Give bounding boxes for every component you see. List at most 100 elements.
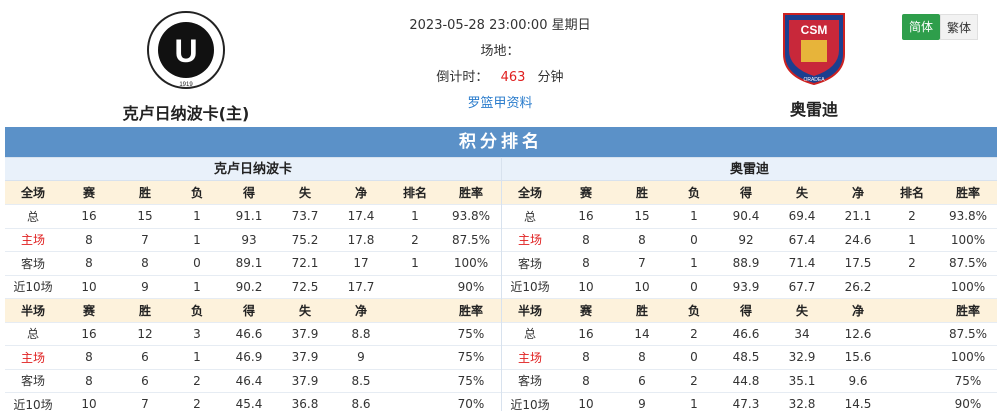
table-cell: 2 — [173, 392, 221, 411]
table-cell: 近10场 — [502, 392, 558, 411]
table-cell: 8 — [61, 251, 117, 276]
table-cell: 100% — [441, 251, 501, 276]
table-cell: 12.6 — [830, 322, 886, 346]
table-cell: 胜 — [614, 298, 670, 323]
table-cell: 75% — [441, 369, 501, 393]
table-cell — [886, 275, 938, 299]
table-cell: 得 — [718, 181, 774, 205]
table-cell: 46.9 — [221, 345, 277, 370]
table-row: 近10场 10 10 0 93.9 67.7 26.2 100% — [502, 275, 997, 299]
table-cell — [886, 298, 938, 323]
table-cell: 14 — [614, 322, 670, 346]
table-cell: 10 — [558, 275, 614, 299]
table-cell: 37.9 — [277, 369, 333, 393]
table-cell: 36.8 — [277, 392, 333, 411]
table-cell: 93.8% — [938, 204, 997, 229]
table-cell — [389, 298, 441, 323]
table-cell: 总 — [502, 204, 558, 229]
table-cell: 赛 — [61, 181, 117, 205]
match-info: 2023-05-28 23:00:00 星期日 场地： 倒计时： 463 分钟 … — [350, 16, 650, 120]
svg-text:1919: 1919 — [179, 82, 193, 88]
table-cell: 主场 — [5, 228, 61, 252]
table-cell: 26.2 — [830, 275, 886, 299]
table-cell: 92 — [718, 228, 774, 252]
table-cell: 9.6 — [830, 369, 886, 393]
home-standings-table: 全场赛胜负得失净排名 胜率总 16 15 1 91.1 73.7 17.4 1 93.8% 主场 8 7… — [5, 181, 501, 411]
table-cell: 87.5% — [938, 322, 997, 346]
standings-title: 积分排名 — [5, 127, 997, 157]
svg-text:U: U — [174, 33, 197, 69]
table-cell: 9 — [333, 345, 389, 370]
table-cell: 全场 — [5, 181, 61, 205]
table-cell: 2 — [389, 228, 441, 252]
lang-simplified-button[interactable]: 简体 — [902, 14, 940, 40]
countdown-unit: 分钟 — [537, 70, 564, 85]
table-cell: 24.6 — [830, 228, 886, 252]
league-info-link[interactable]: 罗篮甲资料 — [467, 96, 532, 111]
table-cell: 69.4 — [774, 204, 830, 229]
table-cell: 46.6 — [221, 322, 277, 346]
table-cell — [886, 322, 938, 346]
home-standings-team[interactable]: 克卢日纳波卡 — [5, 157, 501, 181]
table-header-row: 全场赛胜负得失净排名 胜率 — [502, 181, 997, 205]
match-header: U 1919 克卢日纳波卡(主) 2023-05-28 23:00:00 星期日… — [0, 0, 997, 126]
table-cell: 72.5 — [277, 275, 333, 299]
table-cell: 胜率 — [441, 181, 501, 205]
table-cell: 8.5 — [333, 369, 389, 393]
table-cell: 67.7 — [774, 275, 830, 299]
table-cell: 总 — [5, 204, 61, 229]
table-cell: 赛 — [558, 181, 614, 205]
table-cell: 失 — [774, 298, 830, 323]
table-cell: 7 — [117, 392, 173, 411]
table-header-row: 半场赛胜负得失净 胜率 — [5, 298, 501, 323]
table-cell — [389, 369, 441, 393]
table-header-row: 半场赛胜负得失净 胜率 — [502, 298, 997, 323]
venue: 场地： — [480, 44, 520, 59]
table-row: 总 16 14 2 46.6 34 12.6 87.5% — [502, 322, 997, 346]
table-cell: 10 — [61, 392, 117, 411]
table-cell: 90.2 — [221, 275, 277, 299]
table-cell — [886, 369, 938, 393]
home-standings: 克卢日纳波卡 全场赛胜负得失净排名 胜率总 16 15 1 91.1 73.7 17.4 1 93… — [5, 157, 501, 411]
table-cell: 7 — [614, 251, 670, 276]
table-cell: 全场 — [502, 181, 558, 205]
table-cell: 0 — [670, 228, 718, 252]
table-cell: 45.4 — [221, 392, 277, 411]
table-cell: 75% — [441, 345, 501, 370]
table-cell: 16 — [61, 322, 117, 346]
table-cell: 72.1 — [277, 251, 333, 276]
table-cell: 87.5% — [441, 228, 501, 252]
away-team-name[interactable]: 奥雷迪 — [714, 96, 914, 120]
table-cell: 90% — [441, 275, 501, 299]
table-cell: 8.6 — [333, 392, 389, 411]
away-standings-team[interactable]: 奥雷迪 — [502, 157, 997, 181]
table-cell: 近10场 — [502, 275, 558, 299]
table-cell: 半场 — [5, 298, 61, 323]
table-cell: 胜率 — [441, 298, 501, 323]
table-cell: 半场 — [502, 298, 558, 323]
table-cell: 37.9 — [277, 322, 333, 346]
home-team-name[interactable]: 克卢日纳波卡(主) — [86, 100, 286, 124]
table-cell: 净 — [830, 181, 886, 205]
table-cell: 净 — [333, 181, 389, 205]
table-cell — [389, 275, 441, 299]
table-cell: 10 — [558, 392, 614, 411]
table-cell: 客场 — [5, 251, 61, 276]
table-cell: 净 — [830, 298, 886, 323]
table-row: 客场 8 6 2 46.4 37.9 8.5 75% — [5, 369, 501, 393]
table-cell: 失 — [774, 181, 830, 205]
table-cell: 8 — [61, 369, 117, 393]
table-cell: 15 — [614, 204, 670, 229]
table-cell: 0 — [173, 251, 221, 276]
table-cell: 75% — [441, 322, 501, 346]
table-cell: 90.4 — [718, 204, 774, 229]
table-cell: 负 — [670, 181, 718, 205]
away-team-logo[interactable]: CSM ORADEA — [779, 10, 849, 86]
table-row: 客场 8 7 1 88.9 71.4 17.5 2 87.5% — [502, 251, 997, 276]
table-cell: 32.9 — [774, 345, 830, 370]
table-row: 总 16 12 3 46.6 37.9 8.8 75% — [5, 322, 501, 346]
table-cell: 2 — [670, 369, 718, 393]
home-team-logo[interactable]: U 1919 — [146, 10, 226, 90]
table-cell: 17.7 — [333, 275, 389, 299]
lang-traditional-button[interactable]: 繁体 — [940, 14, 978, 40]
